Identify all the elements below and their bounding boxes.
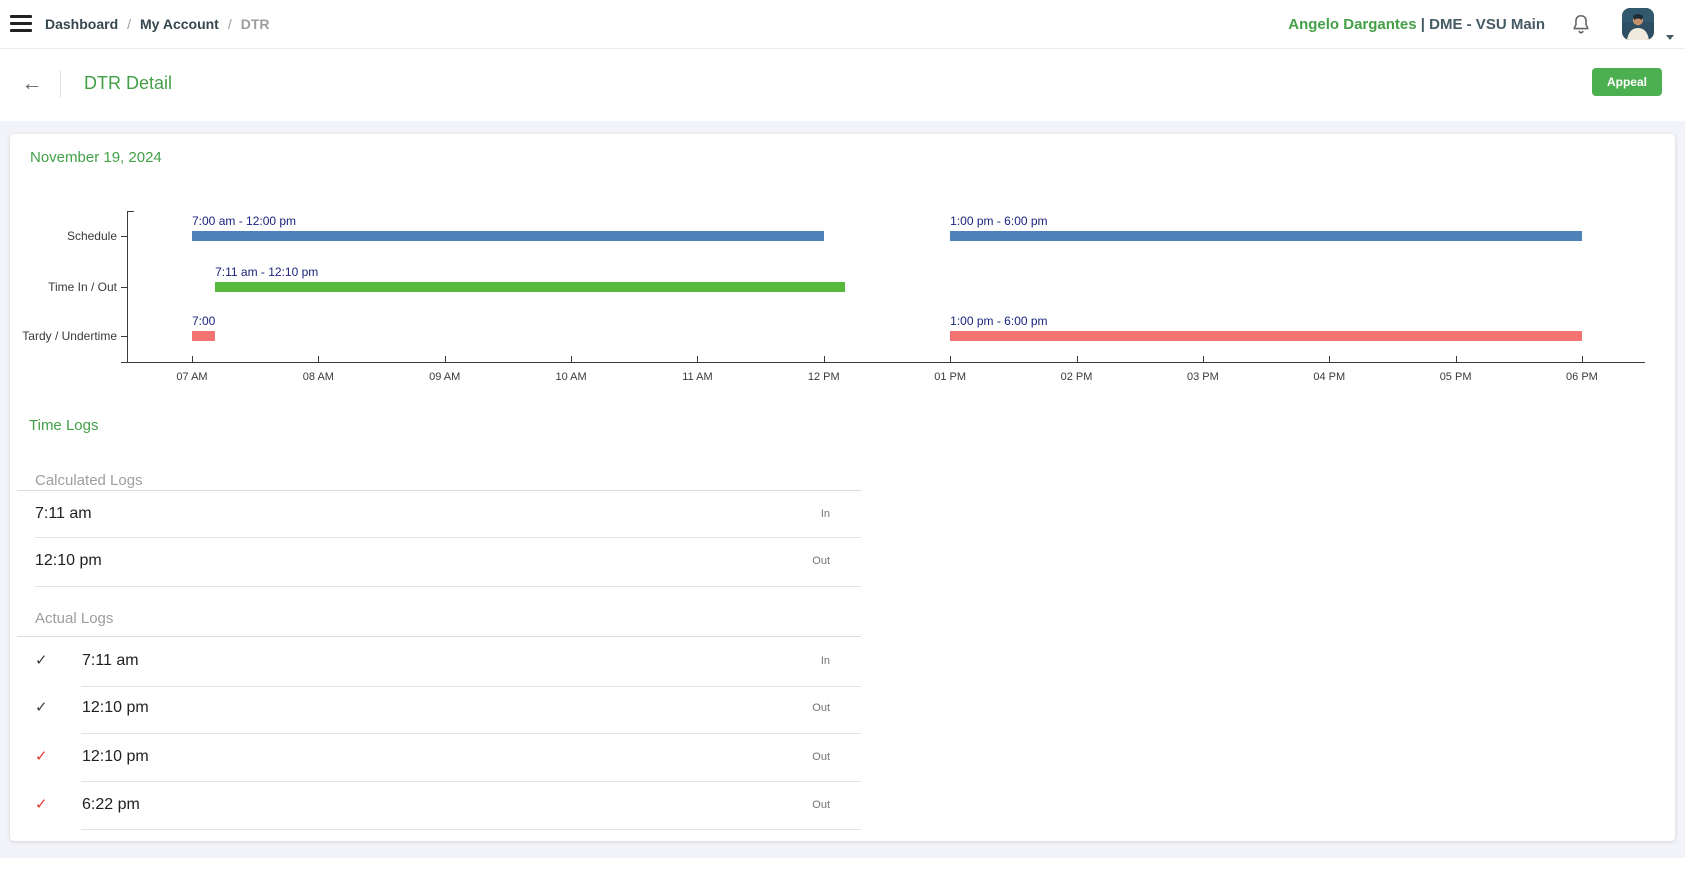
breadcrumb-dtr: DTR — [241, 16, 270, 32]
chart-axis-tick — [1456, 356, 1457, 362]
chart-axis-tick — [445, 356, 446, 362]
chevron-down-icon[interactable] — [1666, 35, 1674, 40]
log-time: 6:22 pm — [82, 796, 140, 814]
user-info-label: Angelo Dargantes | DME - VSU Main — [1288, 16, 1545, 33]
log-direction: Out — [812, 751, 830, 763]
menu-icon[interactable] — [10, 15, 32, 33]
log-direction: In — [821, 508, 830, 520]
header-divider — [60, 70, 61, 98]
chart-axis-label: 03 PM — [1173, 371, 1233, 383]
chart-bar — [950, 231, 1582, 241]
chart-bar-label: 1:00 pm - 6:00 pm — [950, 314, 1047, 328]
user-org: | DME - VSU Main — [1421, 16, 1545, 33]
section-divider — [17, 490, 861, 491]
check-icon: ✓ — [35, 749, 51, 765]
check-icon: ✓ — [35, 700, 51, 716]
breadcrumb-separator: / — [127, 16, 131, 32]
chart-axis-tick — [697, 356, 698, 362]
log-time: 12:10 pm — [82, 748, 149, 766]
check-icon: ✓ — [35, 653, 51, 669]
chart-bar-label: 7:11 am - 12:10 pm — [215, 265, 318, 279]
log-time: 7:11 am — [82, 652, 139, 670]
actual-log-row: ✓ 7:11 am In — [35, 648, 830, 674]
breadcrumb-separator: / — [228, 16, 232, 32]
chart-axis-label: 02 PM — [1047, 371, 1107, 383]
check-icon: ✓ — [35, 797, 51, 813]
chart-axis-label: 12 PM — [794, 371, 854, 383]
chart-axis-label: 11 AM — [667, 371, 727, 383]
page-header: ← DTR Detail Appeal — [0, 49, 1685, 122]
log-time: 12:10 pm — [35, 552, 102, 570]
chart-axis-label: 10 AM — [541, 371, 601, 383]
user-cluster: Angelo Dargantes | DME - VSU Main — [1288, 0, 1674, 48]
calculated-logs-title: Calculated Logs — [35, 472, 143, 489]
chart-axis-tick — [1203, 356, 1204, 362]
breadcrumb-my-account[interactable]: My Account — [140, 16, 219, 32]
chart-bar — [192, 331, 215, 341]
chart-axis-tick — [1582, 356, 1583, 362]
avatar[interactable] — [1622, 8, 1654, 40]
top-bar: Dashboard / My Account / DTR Angelo Darg… — [0, 0, 1685, 49]
breadcrumb: Dashboard / My Account / DTR — [45, 0, 270, 48]
log-direction: Out — [812, 555, 830, 567]
chart-axis-label: 06 PM — [1552, 371, 1612, 383]
chart-axis-tick — [192, 356, 193, 362]
user-name: Angelo Dargantes — [1288, 16, 1421, 33]
notifications-bell-icon[interactable] — [1570, 12, 1592, 36]
row-divider — [81, 829, 861, 830]
actual-log-row: ✓ 12:10 pm Out — [35, 744, 830, 770]
row-divider — [81, 781, 861, 782]
chart-axis-tick — [127, 211, 134, 212]
chart-bar — [950, 331, 1582, 341]
actual-log-row: ✓ 6:22 pm Out — [35, 792, 830, 818]
chart-axis-tick — [571, 356, 572, 362]
chart-bar — [215, 282, 845, 292]
chart-bar — [192, 231, 824, 241]
row-divider — [35, 586, 861, 587]
chart-y-axis — [127, 211, 128, 363]
calculated-log-row: 12:10 pm Out — [35, 548, 830, 574]
actual-log-row: ✓ 12:10 pm Out — [35, 695, 830, 721]
chart-row-label: Time In / Out — [10, 279, 117, 295]
chart-axis-label: 05 PM — [1426, 371, 1486, 383]
section-divider — [17, 636, 861, 637]
log-time: 7:11 am — [35, 505, 92, 523]
chart-axis-tick — [1077, 356, 1078, 362]
chart-bar-label: 7:00 — [192, 314, 215, 328]
chart-bar-label: 1:00 pm - 6:00 pm — [950, 214, 1047, 228]
time-logs-title: Time Logs — [29, 417, 98, 434]
row-divider — [35, 537, 861, 538]
chart-axis-label: 01 PM — [920, 371, 980, 383]
chart-axis-label: 09 AM — [415, 371, 475, 383]
log-direction: In — [821, 655, 830, 667]
calculated-log-row: 7:11 am In — [35, 501, 830, 527]
breadcrumb-dashboard[interactable]: Dashboard — [45, 16, 118, 32]
dtr-detail-card: November 19, 2024 Schedule7:00 am - 12:0… — [10, 134, 1675, 841]
chart-axis-tick — [824, 356, 825, 362]
chart-axis-tick — [318, 356, 319, 362]
chart-bar-label: 7:00 am - 12:00 pm — [192, 214, 296, 228]
chart-axis-tick — [121, 287, 127, 288]
main-content: November 19, 2024 Schedule7:00 am - 12:0… — [0, 121, 1685, 858]
chart-axis-label: 08 AM — [288, 371, 348, 383]
row-divider — [81, 686, 861, 687]
chart-axis-tick — [1329, 356, 1330, 362]
log-direction: Out — [812, 702, 830, 714]
appeal-button[interactable]: Appeal — [1592, 68, 1662, 96]
chart-axis-label: 04 PM — [1299, 371, 1359, 383]
row-divider — [81, 733, 861, 734]
chart-row-label: Tardy / Undertime — [10, 328, 117, 344]
chart-row-label: Schedule — [10, 228, 117, 244]
page-title: DTR Detail — [84, 73, 172, 94]
chart-axis-tick — [121, 236, 127, 237]
chart-axis-tick — [950, 356, 951, 362]
log-time: 12:10 pm — [82, 699, 149, 717]
dtr-timeline-chart: Schedule 7:00 am - 12:00 pm 1:00 pm - 6:00… — [10, 134, 1675, 394]
chart-x-axis — [121, 362, 1645, 363]
back-button[interactable]: ← — [18, 70, 46, 98]
log-direction: Out — [812, 799, 830, 811]
chart-axis-label: 07 AM — [162, 371, 222, 383]
actual-logs-title: Actual Logs — [35, 610, 113, 627]
chart-axis-tick — [121, 336, 127, 337]
